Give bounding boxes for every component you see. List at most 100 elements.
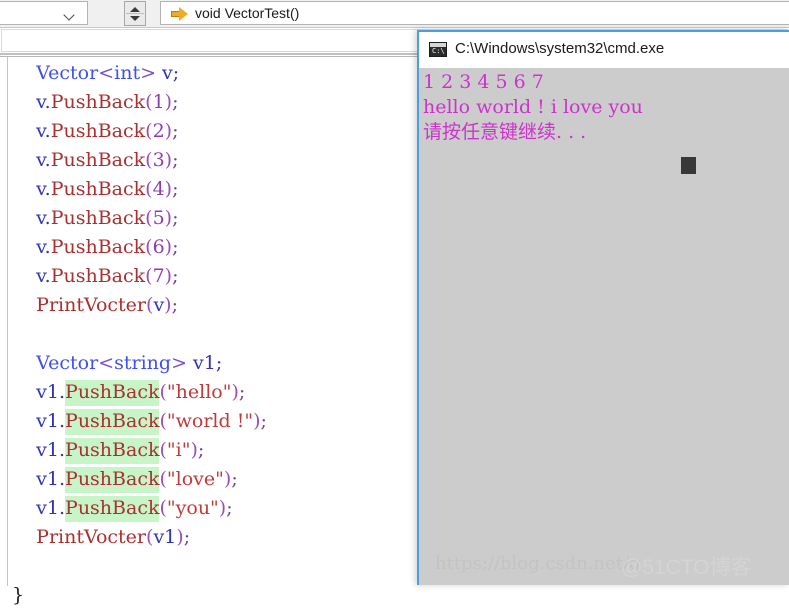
console-block-cursor	[681, 157, 696, 174]
code-token: 3	[152, 149, 165, 171]
editor-gutter-divider	[7, 57, 8, 586]
spinner-down-arrow-icon[interactable]	[130, 16, 140, 21]
code-token: Vector	[36, 352, 99, 374]
code-token: PushBack	[50, 207, 146, 229]
console-output-line-3: 请按任意键继续. . .	[423, 121, 587, 143]
code-token: v	[153, 294, 165, 316]
code-token: >	[140, 62, 156, 84]
member-combo-box[interactable]: void VectorTest()	[160, 1, 789, 25]
code-token: string	[114, 352, 172, 374]
watermark-url: https://blog.csdn.net/q	[435, 553, 641, 574]
code-token: )	[164, 294, 172, 316]
watermark: https://blog.csdn.net/q @51CTO博客	[435, 551, 785, 579]
line-push-i: v1.PushBack("i");	[12, 436, 267, 465]
code-token: )	[190, 439, 198, 461]
code-token: }	[12, 584, 25, 606]
code-token: v.	[12, 178, 51, 200]
console-title-text: C:\Windows\system32\cmd.exe	[455, 40, 665, 57]
code-token: (	[145, 207, 153, 229]
code-token: >	[171, 352, 187, 374]
selected-token: PushBack	[65, 409, 160, 435]
code-token: )	[164, 120, 173, 142]
watermark-brand: @51CTO博客	[621, 556, 752, 579]
code-token: (	[159, 381, 167, 403]
console-output-area[interactable]: 1 2 3 4 5 6 7 hello world ! i love you 请按任…	[419, 68, 789, 585]
code-token: PushBack	[50, 91, 146, 113]
selected-token: PushBack	[65, 438, 160, 464]
code-token: Vector	[36, 62, 99, 84]
code-token: v.	[12, 149, 51, 171]
code-token: ;	[172, 178, 179, 200]
line-push-2: v.PushBack(2);	[12, 117, 267, 146]
code-token: v1.	[12, 381, 66, 403]
code-token: PrintVocter	[36, 294, 147, 316]
code-token: ;	[197, 439, 205, 461]
code-token: ;	[171, 294, 178, 316]
line-push-world: v1.PushBack("world !");	[12, 407, 267, 436]
code-token: v;	[156, 62, 180, 84]
code-token: 4	[152, 178, 165, 200]
code-token: v1.	[12, 410, 66, 432]
console-output-line-1: 1 2 3 4 5 6 7	[423, 71, 544, 93]
code-token: ;	[238, 381, 246, 403]
code-token: 1	[152, 91, 165, 113]
code-token: )	[164, 149, 173, 171]
code-token: ;	[172, 120, 179, 142]
line-print-v1: PrintVocter(v1);	[12, 523, 267, 552]
code-token: v1.	[12, 468, 66, 490]
code-token: (	[145, 149, 153, 171]
code-token: 7	[152, 265, 165, 287]
code-token: )	[231, 381, 239, 403]
code-token: (	[159, 468, 167, 490]
code-token: ;	[226, 497, 233, 519]
code-token: (	[159, 439, 167, 461]
spinner-divider	[126, 13, 144, 14]
code-token: )	[164, 236, 173, 258]
source-code[interactable]: Vector<int> v; v.PushBack(1); v.PushBack…	[12, 59, 267, 610]
code-token: )	[164, 207, 173, 229]
code-token: ;	[260, 410, 267, 432]
code-token: (	[145, 265, 153, 287]
line-close-brace: }	[12, 581, 267, 610]
line-push-6: v.PushBack(6);	[12, 233, 267, 262]
code-token: (	[145, 91, 153, 113]
code-token: ;	[172, 265, 179, 287]
line-vector-string: Vector<string> v1;	[12, 349, 267, 378]
navigation-spinner[interactable]	[124, 1, 146, 26]
code-token: ;	[172, 236, 179, 258]
line-vector-int: Vector<int> v;	[12, 59, 267, 88]
code-token: v.	[12, 207, 51, 229]
console-title-bar[interactable]: C:\ C:\Windows\system32\cmd.exe	[419, 32, 789, 69]
member-combo-value: void VectorTest()	[195, 5, 300, 21]
arrow-head	[179, 7, 188, 21]
code-token: )	[253, 410, 261, 432]
code-token: <	[98, 352, 115, 374]
line-push-you: v1.PushBack("you");	[12, 494, 267, 523]
code-token: ;	[231, 468, 238, 490]
line-push-7: v.PushBack(7);	[12, 262, 267, 291]
cmd-console-window[interactable]: C:\ C:\Windows\system32\cmd.exe 1 2 3 4 …	[417, 30, 789, 585]
code-token: "i"	[166, 439, 191, 461]
selected-token: PushBack	[65, 496, 160, 522]
code-token: v.	[12, 91, 51, 113]
line-push-4: v.PushBack(4);	[12, 175, 267, 204]
selected-token: PushBack	[65, 467, 160, 493]
code-token: "love"	[166, 468, 224, 490]
spinner-up-arrow-icon[interactable]	[130, 7, 140, 12]
selected-token: PushBack	[65, 380, 160, 406]
code-token: v1;	[187, 352, 223, 374]
scope-combo-box[interactable]: :	[0, 1, 88, 25]
code-token: PushBack	[50, 120, 146, 142]
line-print-v: PrintVocter(v);	[12, 291, 267, 320]
orange-arrow-icon	[171, 7, 188, 21]
code-token: ;	[183, 526, 191, 548]
chevron-down-icon[interactable]	[63, 8, 77, 22]
line-push-5: v.PushBack(5);	[12, 204, 267, 233]
console-output-line-2: hello world ! i love you	[423, 96, 643, 118]
code-token: PushBack	[50, 236, 146, 258]
code-token: )	[164, 265, 173, 287]
